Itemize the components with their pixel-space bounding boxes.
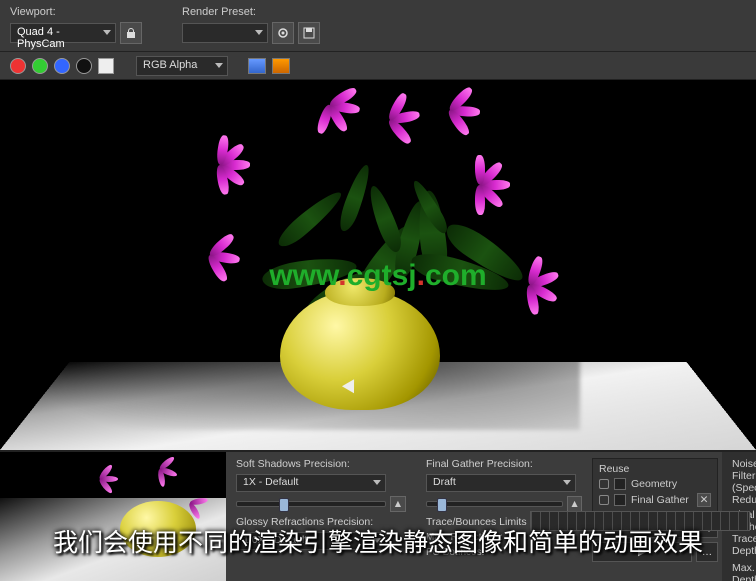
max-reflections-label: Max. Reflections: xyxy=(426,532,503,543)
viewport-label: Viewport: xyxy=(10,6,142,18)
watermark-text: www.cgtsj.com xyxy=(269,259,486,293)
clone-framebuffer-button[interactable] xyxy=(248,58,266,74)
chevron-down-icon xyxy=(255,30,263,35)
framebuffer-type-value: RGB Alpha xyxy=(143,59,197,71)
lock-icon xyxy=(599,479,609,489)
render-preset-group: Render Preset: xyxy=(182,6,320,43)
reuse-final-gather-checkbox[interactable] xyxy=(614,494,626,506)
top-toolbar: Viewport: Quad 4 - PhysCam Render Preset… xyxy=(0,0,756,52)
mono-channel-button[interactable] xyxy=(98,58,114,74)
disk-icon xyxy=(303,27,315,39)
save-image-button[interactable] xyxy=(272,58,290,74)
alpha-channel-button[interactable] xyxy=(76,58,92,74)
glossy-refractions-value: 1.0X - Default xyxy=(243,534,307,546)
channel-toolbar: RGB Alpha xyxy=(0,52,756,80)
soft-shadows-step-button[interactable]: ▲ xyxy=(390,496,406,512)
reuse-label: Reuse xyxy=(599,463,711,475)
chevron-down-icon xyxy=(103,30,111,35)
render-preview-thumbnail xyxy=(0,452,226,581)
reuse-fg-reset-button[interactable]: ✕ xyxy=(697,493,711,507)
chevron-down-icon xyxy=(373,480,381,485)
final-gather-select[interactable]: Draft xyxy=(426,474,576,492)
shadows-precision-panel: Soft Shadows Precision: 1X - Default ▲ G… xyxy=(226,452,416,581)
chevron-down-icon xyxy=(563,480,571,485)
blue-channel-button[interactable] xyxy=(54,58,70,74)
green-channel-button[interactable] xyxy=(32,58,48,74)
glossy-refractions-label: Glossy Refractions Precision: xyxy=(236,516,410,528)
soft-shadows-select[interactable]: 1X - Default xyxy=(236,474,386,492)
final-gather-step-button[interactable]: ▲ xyxy=(567,496,582,512)
viewport-group: Viewport: Quad 4 - PhysCam xyxy=(10,6,142,43)
noise-filtering-label: Noise Filtering (Speckle Reduction): xyxy=(732,458,750,506)
final-gather-slider[interactable] xyxy=(426,501,563,507)
gear-icon xyxy=(277,27,289,39)
viewport-select-value: Quad 4 - PhysCam xyxy=(17,26,65,50)
preset-browse-button[interactable] xyxy=(272,22,294,44)
render-viewport: www.cgtsj.com xyxy=(0,80,756,450)
red-channel-button[interactable] xyxy=(10,58,26,74)
soft-shadows-value: 1X - Default xyxy=(243,476,298,488)
reuse-geometry-checkbox[interactable] xyxy=(614,478,626,490)
viewport-select[interactable]: Quad 4 - PhysCam xyxy=(10,23,116,43)
chevron-down-icon xyxy=(215,63,223,68)
lock-icon xyxy=(599,495,609,505)
preset-save-button[interactable] xyxy=(298,22,320,44)
soft-shadows-label: Soft Shadows Precision: xyxy=(236,458,410,470)
fg-bounces-label: FG Bounces: xyxy=(426,547,582,558)
chevron-down-icon xyxy=(373,538,381,543)
soft-shadows-slider[interactable] xyxy=(236,501,386,507)
time-slider[interactable] xyxy=(530,511,750,531)
glossy-refractions-select[interactable]: 1.0X - Default xyxy=(236,532,386,550)
final-gather-value: Draft xyxy=(433,476,456,488)
render-preset-label: Render Preset: xyxy=(182,6,320,18)
final-gather-label: Final Gather Precision: xyxy=(426,458,582,470)
reuse-groupbox: Reuse Geometry Final Gather ✕ xyxy=(592,458,718,516)
lock-icon xyxy=(125,27,137,39)
render-pot xyxy=(280,290,440,410)
framebuffer-type-select[interactable]: RGB Alpha xyxy=(136,56,228,76)
lock-viewport-button[interactable] xyxy=(120,22,142,44)
max-depth-label: Max. Depth: xyxy=(732,562,756,581)
render-button[interactable]: ▶ xyxy=(592,542,692,562)
reuse-final-gather-label: Final Gather xyxy=(631,494,689,506)
reuse-geometry-label: Geometry xyxy=(631,478,677,490)
render-options-button[interactable]: … xyxy=(696,542,718,562)
render-preset-select[interactable] xyxy=(182,23,268,43)
